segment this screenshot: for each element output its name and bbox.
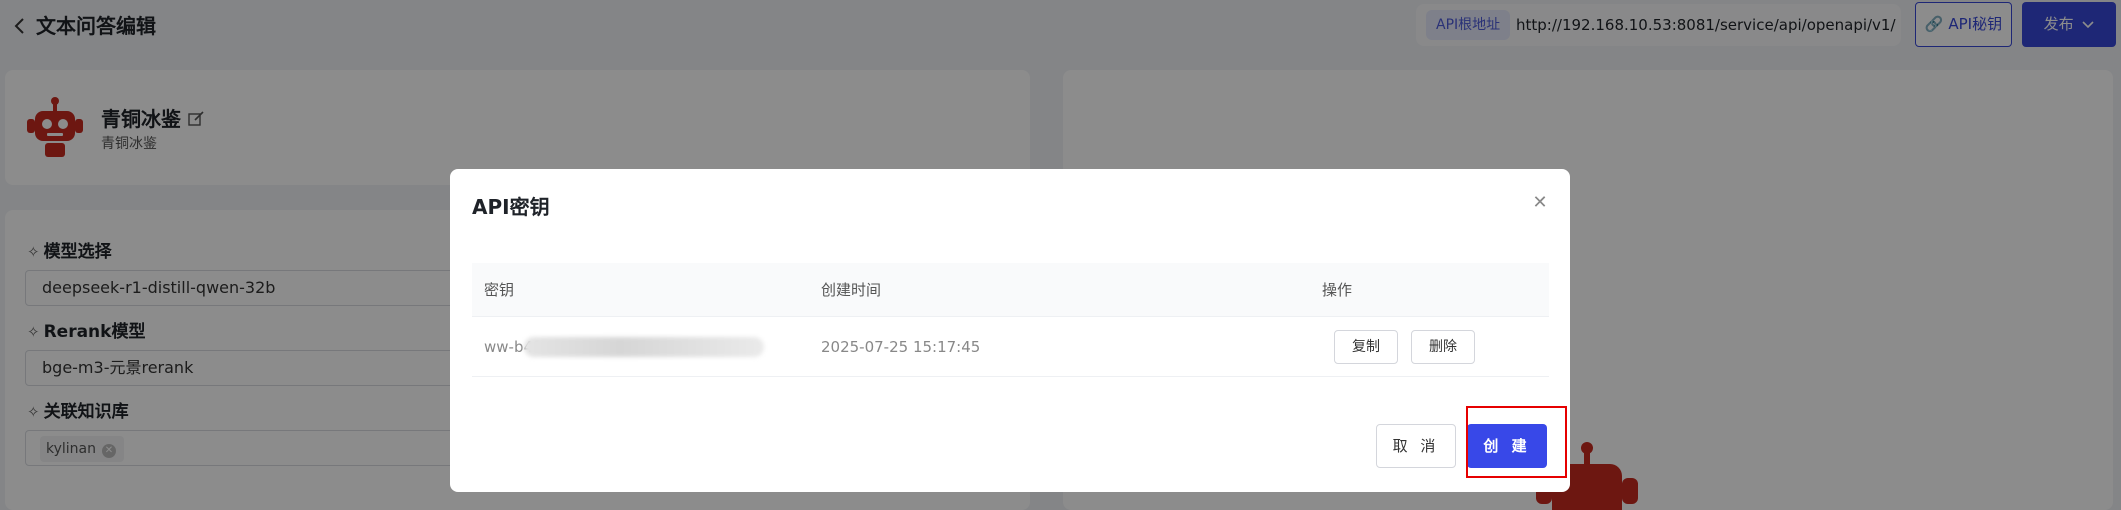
cancel-button[interactable]: 取 消: [1376, 424, 1456, 468]
dialog-title: API密钥: [472, 195, 550, 219]
close-icon[interactable]: ✕: [1530, 193, 1550, 213]
copy-button[interactable]: 复制: [1334, 330, 1398, 364]
table-row: ww-b4f 2025-07-25 15:17:45 复制 删除: [472, 317, 1549, 377]
column-header-key: 密钥: [484, 281, 515, 299]
column-header-actions: 操作: [1322, 281, 1353, 299]
delete-button[interactable]: 删除: [1411, 330, 1475, 364]
masked-key: [524, 337, 764, 357]
api-key-dialog: API密钥 ✕ 密钥 创建时间 操作 ww-b4f 2025-07-25 15:…: [450, 169, 1570, 492]
column-header-created: 创建时间: [821, 281, 882, 299]
created-time: 2025-07-25 15:17:45: [821, 338, 981, 356]
highlight-box: [1466, 406, 1567, 478]
table-header: 密钥 创建时间 操作: [472, 263, 1549, 317]
api-key-table: 密钥 创建时间 操作 ww-b4f 2025-07-25 15:17:45 复制…: [472, 263, 1549, 377]
